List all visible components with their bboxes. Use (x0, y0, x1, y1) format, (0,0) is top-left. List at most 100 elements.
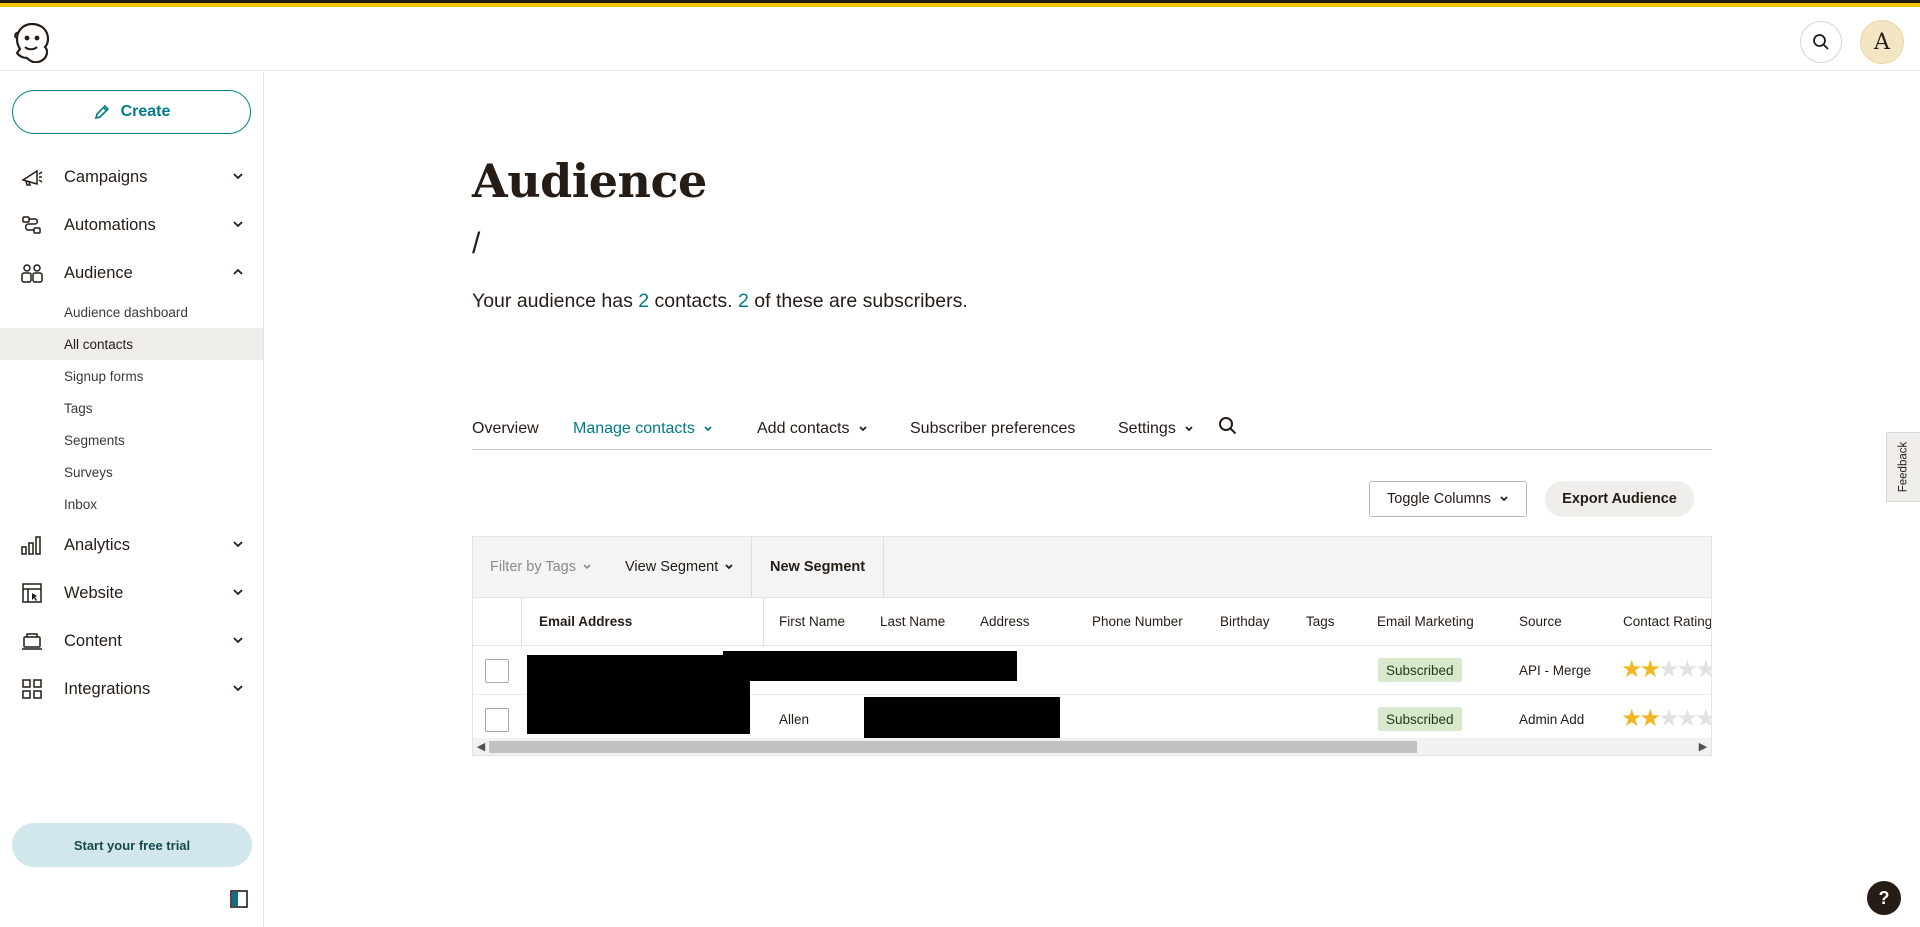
scroll-left-icon[interactable]: ◀ (475, 740, 487, 753)
horizontal-scrollbar[interactable]: ◀ ▶ (473, 738, 1711, 755)
audience-tabs: Overview Manage contacts Add contacts Su… (472, 412, 1712, 450)
pencil-icon (94, 104, 109, 120)
column-header-last-name[interactable]: Last Name (880, 614, 945, 629)
chevron-down-icon (725, 564, 733, 570)
summary-text: of these are subscribers. (748, 290, 968, 312)
audience-summary: Your audience has 2 contacts. 2 of these… (472, 290, 968, 313)
sidebar-item-label: Integrations (64, 679, 151, 698)
chevron-down-icon (1500, 496, 1508, 502)
tab-label: Subscriber preferences (910, 420, 1076, 437)
row-checkbox[interactable] (485, 659, 509, 683)
tab-manage-contacts[interactable]: Manage contacts (573, 420, 713, 438)
tab-label: Overview (472, 420, 539, 437)
table-row[interactable]: Allen Subscribed Admin Add ★★★★★ (473, 695, 1712, 744)
grid-icon (20, 677, 44, 701)
tab-label: Settings (1118, 420, 1176, 437)
sidebar-sub-all-contacts[interactable]: All contacts (0, 328, 263, 360)
sidebar-sub-segments[interactable]: Segments (0, 424, 263, 456)
column-header-tags[interactable]: Tags (1306, 614, 1335, 629)
create-button[interactable]: Create (12, 90, 251, 134)
column-header-birthday[interactable]: Birthday (1220, 614, 1270, 629)
sidebar-item-label: Website (64, 583, 124, 602)
scrollbar-thumb[interactable] (489, 741, 1417, 753)
divider (751, 537, 752, 597)
content-icon (20, 629, 44, 653)
megaphone-icon (20, 165, 44, 189)
main-content: Audience / Your audience has 2 contacts.… (265, 72, 1920, 927)
status-badge: Subscribed (1378, 658, 1462, 682)
sidebar-item-label: Content (64, 631, 122, 650)
toggle-columns-button[interactable]: Toggle Columns (1369, 481, 1527, 517)
new-segment-label: New Segment (770, 559, 866, 575)
row-checkbox[interactable] (485, 708, 509, 732)
user-avatar[interactable]: A (1860, 20, 1904, 64)
sidebar-item-analytics[interactable]: Analytics (0, 525, 263, 565)
freddie-logo-icon[interactable] (12, 21, 52, 64)
search-icon (1219, 417, 1237, 435)
tab-settings[interactable]: Settings (1118, 420, 1194, 438)
bar-chart-icon (20, 533, 44, 557)
column-header-email[interactable]: Email Address (539, 614, 632, 629)
view-segment-dropdown[interactable]: View Segment (625, 537, 734, 597)
new-segment-button[interactable]: New Segment (770, 537, 865, 597)
sidebar-item-campaigns[interactable]: Campaigns (0, 157, 263, 197)
export-audience-button[interactable]: Export Audience (1545, 481, 1694, 517)
filter-bar: Filter by Tags View Segment New Segment (472, 536, 1712, 598)
page-title: Audience (472, 154, 707, 208)
sidebar-item-integrations[interactable]: Integrations (0, 669, 263, 709)
collapse-sidebar-icon[interactable] (230, 890, 248, 908)
sidebar-sub-tags[interactable]: Tags (0, 392, 263, 424)
help-button[interactable]: ? (1867, 881, 1901, 915)
table-row[interactable]: Subscribed API - Merge ★★★★★ (473, 646, 1711, 734)
redacted-last-name-address (864, 697, 1060, 739)
column-header-contact-rating[interactable]: Contact Rating (1623, 614, 1711, 629)
divider (883, 537, 884, 597)
tab-add-contacts[interactable]: Add contacts (757, 420, 868, 438)
sidebar-item-automations[interactable]: Automations (0, 205, 263, 245)
sidebar-sub-inbox[interactable]: Inbox (0, 488, 263, 520)
sidebar-item-content[interactable]: Content (0, 621, 263, 661)
column-header-address[interactable]: Address (980, 614, 1030, 629)
sidebar-item-website[interactable]: Website (0, 573, 263, 613)
tab-overview[interactable]: Overview (472, 420, 539, 438)
start-free-trial-button[interactable]: Start your free trial (12, 823, 252, 867)
sidebar-sub-signup-forms[interactable]: Signup forms (0, 360, 263, 392)
chevron-down-icon (233, 173, 243, 180)
feedback-tab[interactable]: Feedback (1886, 432, 1920, 502)
feedback-label: Feedback (1897, 441, 1910, 493)
header-search-button[interactable] (1800, 21, 1842, 63)
sidebar-sub-label: Tags (64, 400, 93, 416)
column-header-source[interactable]: Source (1519, 614, 1562, 629)
column-header-phone[interactable]: Phone Number (1092, 614, 1183, 629)
source-cell: API - Merge (1519, 663, 1592, 678)
chevron-down-icon (1185, 426, 1193, 432)
column-header-first-name[interactable]: First Name (779, 614, 845, 629)
chevron-down-icon (233, 221, 243, 228)
sidebar-item-label: Campaigns (64, 167, 148, 186)
search-icon (1813, 34, 1829, 50)
summary-text: contacts. (649, 290, 738, 312)
website-icon (20, 581, 44, 605)
sidebar-sub-label: Segments (64, 432, 125, 448)
subscribers-count: 2 (737, 290, 749, 312)
sidebar-item-audience[interactable]: Audience (0, 253, 263, 293)
contact-rating-stars: ★★★★★ (1621, 705, 1712, 732)
sidebar-sub-audience-dashboard[interactable]: Audience dashboard (0, 296, 263, 328)
divider (763, 598, 764, 646)
scroll-right-icon[interactable]: ▶ (1697, 740, 1709, 753)
filter-by-tags-dropdown[interactable]: Filter by Tags (490, 537, 592, 597)
tab-subscriber-preferences[interactable]: Subscriber preferences (910, 420, 1075, 438)
tab-search-button[interactable] (1218, 416, 1238, 436)
sidebar: Create Campaigns Automations Audience Au… (0, 72, 264, 927)
sidebar-item-label: Audience (64, 263, 133, 282)
divider (521, 598, 522, 646)
column-header-email-marketing[interactable]: Email Marketing (1377, 614, 1474, 629)
sidebar-sub-label: Inbox (64, 496, 98, 512)
breadcrumb: / (472, 227, 481, 260)
create-label: Create (120, 103, 171, 120)
table-header: Email Address First Name Last Name Addre… (473, 598, 1711, 646)
summary-text: Your audience has (472, 290, 639, 312)
sidebar-sub-surveys[interactable]: Surveys (0, 456, 263, 488)
chevron-down-icon (233, 685, 243, 692)
view-segment-label: View Segment (625, 559, 719, 575)
